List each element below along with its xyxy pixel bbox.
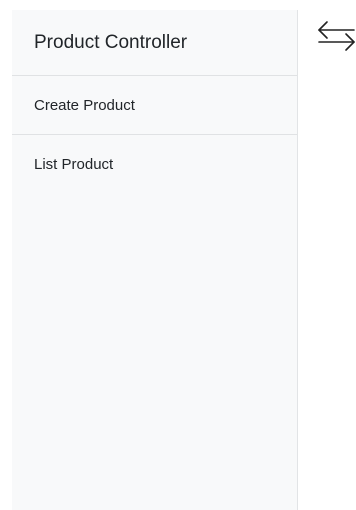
sidebar-item-list-product[interactable]: List Product (12, 135, 297, 193)
sidebar-item-create-product[interactable]: Create Product (12, 76, 297, 135)
sidebar-toggle-button[interactable] (316, 20, 356, 62)
sidebar-item-label: Create Product (34, 96, 135, 114)
page: Product Controller Create Product List P… (0, 0, 356, 510)
sidebar-item-label: List Product (34, 155, 114, 173)
sidebar-heading: Product Controller (12, 10, 297, 76)
arrows-left-right-icon (318, 21, 355, 51)
sidebar: Product Controller Create Product List P… (12, 10, 298, 510)
